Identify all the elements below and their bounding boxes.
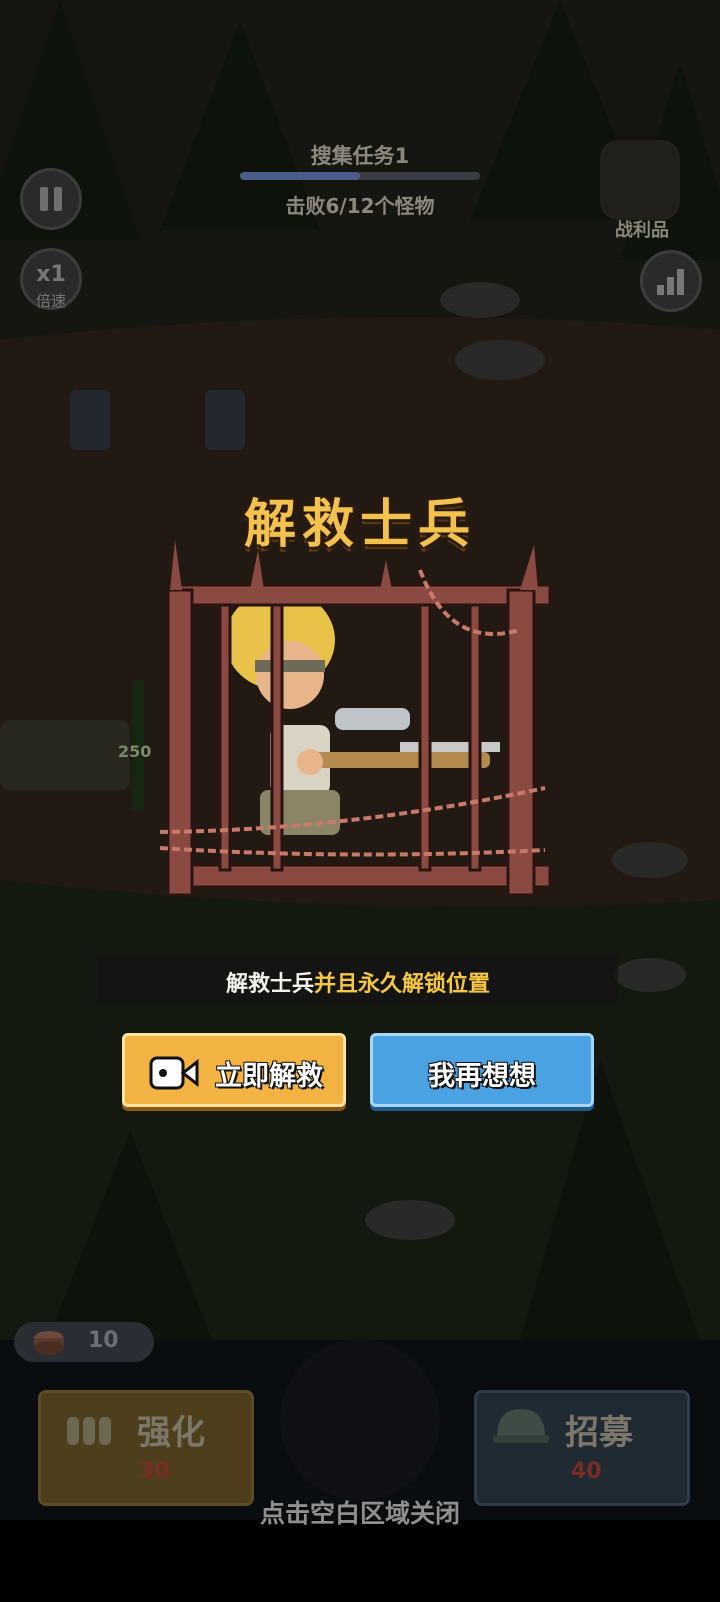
- loot-label[interactable]: 战利品: [592, 216, 692, 242]
- quest-progress-fill: [240, 172, 360, 180]
- upgrade-cost: 30: [139, 1459, 170, 1484]
- speed-value: x1: [36, 262, 66, 287]
- wall-hp-value: 250: [118, 742, 152, 761]
- recruit-label: 招募: [565, 1413, 633, 1453]
- rescue-description: 解救士兵并且永久解锁位置: [98, 966, 618, 998]
- quest-title: 搜集任务1: [310, 144, 410, 168]
- coin-counter: [14, 1322, 154, 1362]
- caged-soldier-illustration: [159, 540, 552, 897]
- think-again-button[interactable]: 我再想想: [370, 1033, 594, 1107]
- description-white: 解救士兵: [225, 972, 314, 997]
- coin-value: 10: [88, 1328, 119, 1353]
- quest-progress-text: 击败6/12个怪物: [285, 194, 435, 218]
- helmet-icon: [493, 1409, 549, 1443]
- rescue-now-button[interactable]: 立即解救: [122, 1033, 346, 1107]
- coin-icon: [34, 1331, 64, 1355]
- pause-button[interactable]: [20, 168, 82, 230]
- recruit-cost: 40: [571, 1459, 602, 1484]
- think-again-label: 我再想想: [428, 1061, 536, 1092]
- signal-icon: [657, 269, 684, 295]
- bullets-icon: [67, 1417, 111, 1445]
- description-yellow: 并且永久解锁位置: [314, 972, 491, 997]
- video-icon: [149, 1056, 199, 1090]
- recruit-panel[interactable]: 招募 40: [474, 1390, 690, 1506]
- upgrade-panel[interactable]: 强化 30: [38, 1390, 254, 1506]
- bottom-bar-black: [0, 1520, 720, 1602]
- pause-icon: [40, 187, 48, 211]
- speed-label: 倍速: [35, 292, 66, 310]
- soldier-figure: [225, 590, 500, 835]
- quest-progress-bar: [240, 172, 480, 180]
- rescue-now-label: 立即解救: [215, 1061, 323, 1092]
- close-hint: 点击空白区域关闭: [259, 1499, 460, 1528]
- signal-button[interactable]: [640, 250, 702, 312]
- upgrade-label: 强化: [137, 1413, 205, 1453]
